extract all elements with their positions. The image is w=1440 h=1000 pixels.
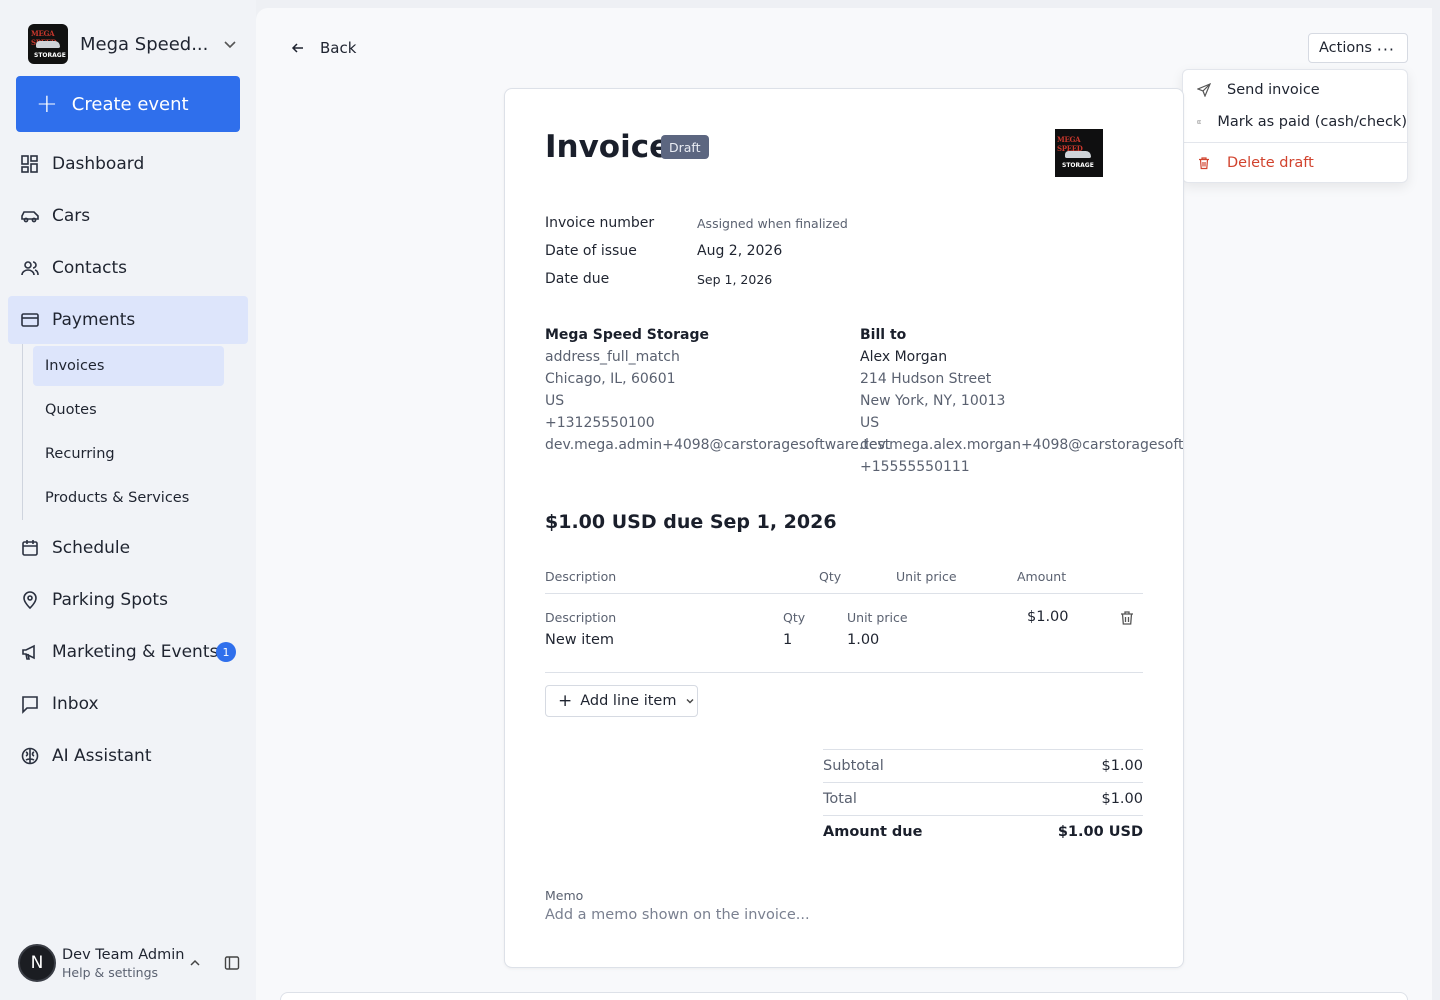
header-qty: Qty [819, 569, 842, 584]
bill-to-address: Bill to Alex Morgan 214 Hudson Street Ne… [860, 324, 1183, 478]
dashboard-icon [21, 155, 38, 173]
invoice-card: Invoice Draft MEGA SPEED STORAGE Invoice… [504, 88, 1184, 968]
due-date-value[interactable]: Sep 1, 2026 [697, 272, 772, 287]
due-date-label: Date due [545, 271, 610, 287]
lower-panel [280, 992, 1408, 1000]
user-name: Dev Team Admin [62, 946, 185, 963]
memo-input[interactable] [545, 907, 1105, 923]
chevron-up-icon[interactable] [188, 956, 202, 970]
avatar: N [18, 944, 56, 982]
issue-date-label: Date of issue [545, 243, 637, 259]
total-label: Total [823, 791, 857, 807]
amount-due-summary: $1.00 USD due Sep 1, 2026 [545, 511, 837, 533]
sidebar: MEGA SPEED STORAGE Mega Speed... + Creat… [0, 0, 256, 1000]
bill-to-heading: Bill to [860, 327, 907, 343]
subnav-recurring[interactable]: Recurring [33, 434, 224, 474]
line-qty-label: Qty [783, 610, 806, 625]
menu-send-invoice[interactable]: Send invoice [1183, 74, 1407, 106]
invoice-title: Invoice [545, 129, 671, 165]
amount-due-label: Amount due [823, 824, 923, 840]
org-name: Mega Speed... [80, 33, 209, 55]
plus-icon: + [558, 690, 573, 711]
menu-delete-draft[interactable]: Delete draft [1183, 147, 1407, 179]
credit-card-icon [21, 313, 39, 327]
subtotal-label: Subtotal [823, 758, 884, 774]
send-icon [1197, 83, 1211, 97]
nav-parking-spots[interactable]: Parking Spots [8, 576, 248, 624]
nav-ai-assistant[interactable]: AI Assistant [8, 732, 248, 780]
header-description: Description [545, 569, 617, 584]
line-qty-input[interactable]: 1 [783, 632, 792, 648]
totals-divider [823, 749, 1143, 750]
org-logo: MEGA SPEED STORAGE [28, 24, 68, 64]
line-price-label: Unit price [847, 610, 908, 625]
memo-label: Memo [545, 888, 584, 903]
totals-divider [823, 815, 1143, 816]
more-icon: ··· [1376, 40, 1395, 59]
trash-icon [1199, 157, 1209, 170]
line-price-input[interactable]: 1.00 [847, 632, 879, 648]
line-amount: $1.00 [1027, 609, 1069, 625]
arrow-left-icon [291, 43, 303, 53]
invoice-number-value: Assigned when finalized [697, 216, 848, 231]
subtotal-value: $1.00 [1101, 758, 1143, 774]
notification-badge: 1 [216, 642, 236, 662]
add-line-item-button[interactable]: + Add line item [545, 685, 698, 717]
menu-mark-as-paid[interactable]: Mark as paid (cash/check) [1183, 106, 1407, 138]
nav-contacts[interactable]: Contacts [8, 244, 248, 292]
invoice-number-label: Invoice number [545, 215, 655, 231]
nav-dashboard[interactable]: Dashboard [8, 140, 248, 188]
total-value: $1.00 [1101, 791, 1143, 807]
subnav-quotes[interactable]: Quotes [33, 390, 224, 430]
line-description-label: Description [545, 610, 617, 625]
brain-icon [21, 747, 39, 765]
create-event-button[interactable]: + Create event [16, 76, 240, 132]
nav-cars[interactable]: Cars [8, 192, 248, 240]
subnav-invoices[interactable]: Invoices [33, 346, 224, 386]
chevron-down-icon [686, 699, 694, 704]
from-name: Mega Speed Storage [545, 327, 710, 343]
trash-icon[interactable] [1119, 610, 1135, 626]
header-unit-price: Unit price [896, 569, 957, 584]
header-amount: Amount [1017, 569, 1067, 584]
from-address: Mega Speed Storage address_full_match Ch… [545, 324, 890, 456]
plus-icon: + [36, 89, 58, 119]
line-description-input[interactable]: New item [545, 632, 614, 648]
users-icon [21, 261, 39, 276]
subnav-products-services[interactable]: Products & Services [33, 478, 224, 518]
back-button[interactable]: Back [290, 36, 356, 60]
calendar-icon [22, 540, 38, 556]
user-menu[interactable]: N Dev Team Admin Help & settings [18, 942, 240, 984]
nav-marketing-events[interactable]: Marketing & Events 1 [8, 628, 248, 676]
nav-schedule[interactable]: Schedule [8, 524, 248, 572]
megaphone-icon [22, 644, 35, 660]
issue-date-value[interactable]: Aug 2, 2026 [697, 243, 782, 259]
company-logo: MEGA SPEED STORAGE [1055, 129, 1103, 177]
subnav-divider [22, 344, 23, 520]
totals-divider [823, 782, 1143, 783]
org-switcher[interactable]: MEGA SPEED STORAGE Mega Speed... [28, 24, 240, 64]
map-pin-icon [23, 591, 37, 610]
amount-due-value: $1.00 USD [1057, 824, 1143, 840]
nav-inbox[interactable]: Inbox [8, 680, 248, 728]
message-icon [22, 696, 38, 714]
cash-icon [1197, 120, 1202, 124]
status-badge: Draft [661, 135, 709, 159]
user-help-settings: Help & settings [62, 964, 159, 980]
menu-divider [1183, 142, 1407, 143]
sidebar-toggle-icon[interactable] [224, 955, 240, 971]
car-icon [21, 211, 39, 223]
nav-payments[interactable]: Payments [8, 296, 248, 344]
table-divider [545, 672, 1143, 673]
actions-menu: Send invoice Mark as paid (cash/check) D… [1182, 69, 1408, 183]
actions-button[interactable]: Actions ··· [1308, 33, 1408, 63]
chevron-down-icon [224, 41, 236, 49]
table-divider [545, 593, 1143, 594]
customer-name: Alex Morgan [860, 349, 948, 365]
